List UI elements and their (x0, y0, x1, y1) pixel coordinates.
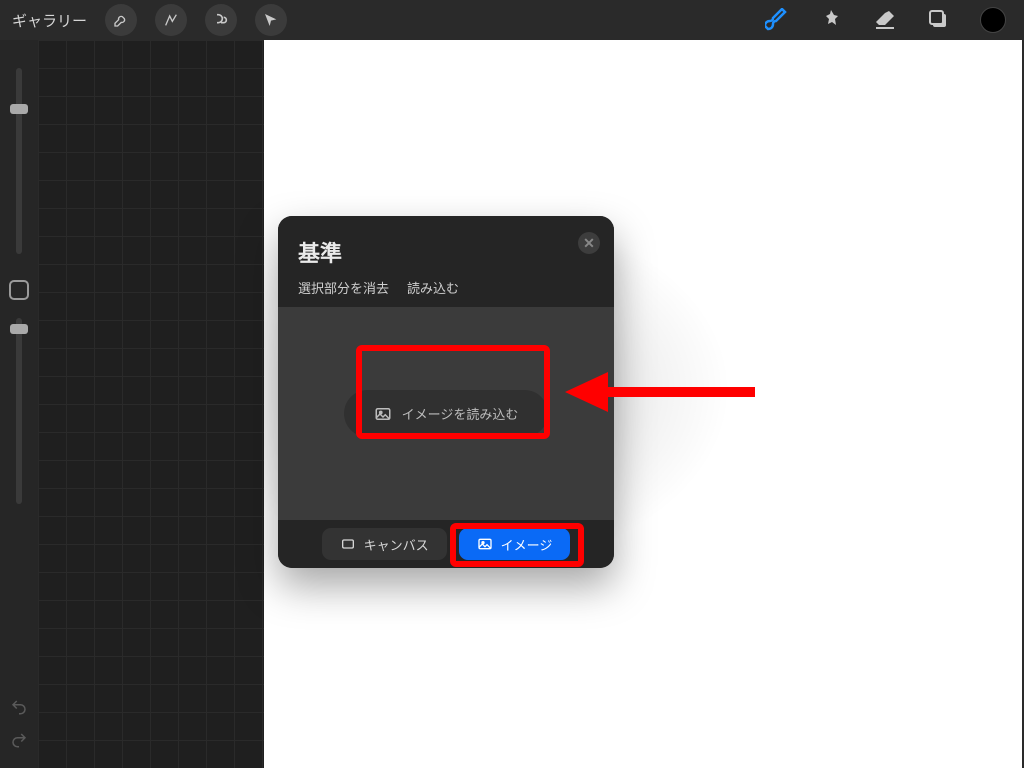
panel-body: イメージを読み込む (278, 307, 614, 520)
undo-redo-group (10, 698, 28, 754)
panel-header: 基準 ✕ 選択部分を消去 読み込む (278, 216, 614, 307)
tab-canvas-label: キャンバス (364, 535, 429, 554)
panel-title: 基準 (298, 236, 594, 268)
clear-selection-button[interactable]: 選択部分を消去 (298, 278, 389, 297)
color-swatch[interactable] (980, 7, 1006, 33)
offcanvas-grid (38, 40, 264, 768)
selection-icon[interactable] (205, 4, 237, 36)
brush-size-slider[interactable] (16, 68, 22, 254)
load-button-text[interactable]: 読み込む (407, 278, 459, 297)
top-toolbar: ギャラリー (0, 0, 1024, 40)
canvas-icon (340, 536, 356, 552)
smudge-icon[interactable] (818, 7, 844, 33)
brush-icon[interactable] (764, 7, 790, 33)
image-icon (477, 536, 493, 552)
top-toolbar-left: ギャラリー (12, 4, 287, 36)
load-image-button[interactable]: イメージを読み込む (344, 390, 549, 437)
image-icon (374, 405, 392, 423)
redo-icon[interactable] (10, 731, 28, 754)
top-toolbar-right (764, 7, 1012, 33)
adjust-icon[interactable] (155, 4, 187, 36)
brush-opacity-slider[interactable] (16, 318, 22, 504)
layers-icon[interactable] (926, 7, 952, 33)
brush-size-thumb[interactable] (10, 104, 28, 114)
tab-image-label: イメージ (501, 535, 553, 554)
tab-canvas[interactable]: キャンバス (322, 528, 447, 560)
load-image-label: イメージを読み込む (402, 404, 519, 423)
reference-panel: 基準 ✕ 選択部分を消去 読み込む イメージを読み込む キャンバス イメージ (278, 216, 614, 568)
close-icon[interactable]: ✕ (578, 232, 600, 254)
panel-subrow: 選択部分を消去 読み込む (298, 278, 594, 297)
wrench-icon[interactable] (105, 4, 137, 36)
brush-opacity-thumb[interactable] (10, 324, 28, 334)
modifier-toggle[interactable] (9, 280, 29, 300)
panel-tabs: キャンバス イメージ (278, 520, 614, 568)
tab-image[interactable]: イメージ (459, 528, 571, 560)
left-sidebar (0, 40, 38, 768)
move-icon[interactable] (255, 4, 287, 36)
gallery-button[interactable]: ギャラリー (12, 10, 87, 31)
undo-icon[interactable] (10, 698, 28, 721)
eraser-icon[interactable] (872, 7, 898, 33)
